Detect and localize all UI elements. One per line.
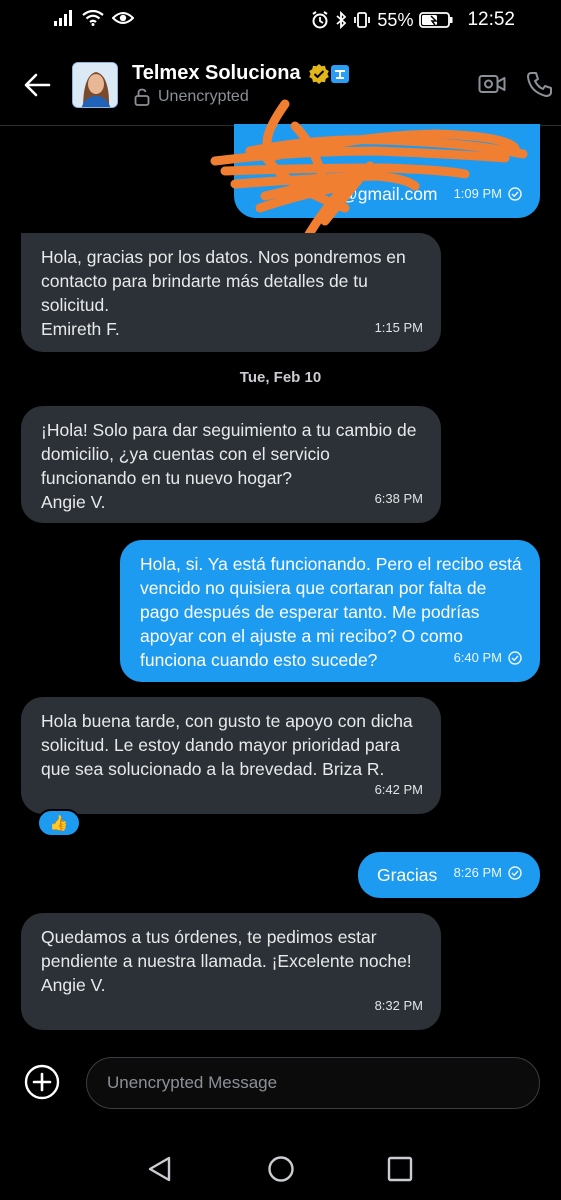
message-time: 6:38 PM <box>374 491 423 506</box>
message-incoming[interactable]: Hola buena tarde, con gusto te apoyo con… <box>21 697 441 814</box>
message-outgoing[interactable]: Gracias 8:26 PM <box>358 852 540 898</box>
message-time: 8:32 PM <box>374 998 423 1013</box>
verified-badge-icon <box>309 64 329 84</box>
encryption-label: Unencrypted <box>158 88 249 105</box>
contact-name[interactable]: Telmex Soluciona <box>132 62 301 85</box>
encryption-status: Unencrypted <box>134 88 249 106</box>
message-meta: 1:15 PM <box>375 316 423 340</box>
avatar[interactable] <box>72 62 118 108</box>
bluetooth-icon <box>336 11 347 29</box>
message-incoming[interactable]: Hola, gracias por los datos. Nos pondrem… <box>21 233 441 352</box>
battery-icon <box>419 12 453 28</box>
message-meta: 1:09 PM <box>454 182 522 206</box>
conversation-header: Telmex Soluciona Unencrypted <box>0 44 561 126</box>
sent-check-icon <box>508 651 522 665</box>
wifi-icon <box>82 10 104 26</box>
message-text: Quedamos a tus órdenes, te pedimos estar… <box>41 927 412 995</box>
message-meta: 8:26 PM <box>454 861 522 885</box>
battery-percentage: 55% <box>377 9 414 30</box>
add-attachment-button[interactable] <box>24 1064 60 1100</box>
organization-badge-icon <box>331 65 349 83</box>
clock: 12:52 <box>467 9 515 30</box>
message-text: Hola, gracias por los datos. Nos pondrem… <box>41 247 406 339</box>
message-time: 6:40 PM <box>453 650 502 665</box>
message-outgoing-redacted[interactable]: @gmail.com 1:09 PM <box>234 124 540 218</box>
message-text: ¡Hola! Solo para dar seguimiento a tu ca… <box>41 420 417 512</box>
message-meta: 8:32 PM <box>375 994 423 1018</box>
sent-check-icon <box>508 866 522 880</box>
system-navigation-bar <box>0 1135 561 1200</box>
status-bar: 55% 12:52 <box>0 0 561 44</box>
message-time: 1:15 PM <box>374 320 423 335</box>
video-call-icon[interactable] <box>478 72 506 96</box>
sent-check-icon <box>508 187 522 201</box>
vibrate-icon <box>354 12 371 28</box>
nav-back-icon[interactable] <box>146 1155 174 1183</box>
eye-icon <box>112 12 134 24</box>
unlocked-padlock-icon <box>134 88 150 106</box>
phone-call-icon[interactable] <box>526 70 554 98</box>
avatar-image <box>73 63 117 107</box>
message-time: 1:09 PM <box>453 186 502 201</box>
message-meta: 6:42 PM <box>375 778 423 802</box>
nav-home-icon[interactable] <box>267 1155 295 1183</box>
alarm-icon <box>312 11 328 29</box>
message-time: 8:26 PM <box>453 865 502 880</box>
thumbs-up-reaction[interactable]: 👍 <box>37 809 81 837</box>
message-composer[interactable] <box>86 1057 540 1109</box>
message-text: @gmail.com <box>340 184 438 204</box>
date-separator: Tue, Feb 10 <box>239 369 322 386</box>
thumbs-up-icon: 👍 <box>49 815 69 832</box>
message-text: Hola buena tarde, con gusto te apoyo con… <box>41 711 413 779</box>
nav-recents-icon[interactable] <box>387 1156 413 1182</box>
message-meta: 6:40 PM <box>454 646 522 670</box>
back-arrow-icon[interactable] <box>22 70 52 100</box>
message-incoming[interactable]: Quedamos a tus órdenes, te pedimos estar… <box>21 913 441 1030</box>
message-time: 6:42 PM <box>374 782 423 797</box>
signal-icon <box>54 10 72 26</box>
message-input[interactable] <box>107 1058 517 1108</box>
message-meta: 6:38 PM <box>375 487 423 511</box>
message-outgoing[interactable]: Hola, si. Ya está funcionando. Pero el r… <box>120 540 540 682</box>
message-incoming[interactable]: ¡Hola! Solo para dar seguimiento a tu ca… <box>21 406 441 523</box>
